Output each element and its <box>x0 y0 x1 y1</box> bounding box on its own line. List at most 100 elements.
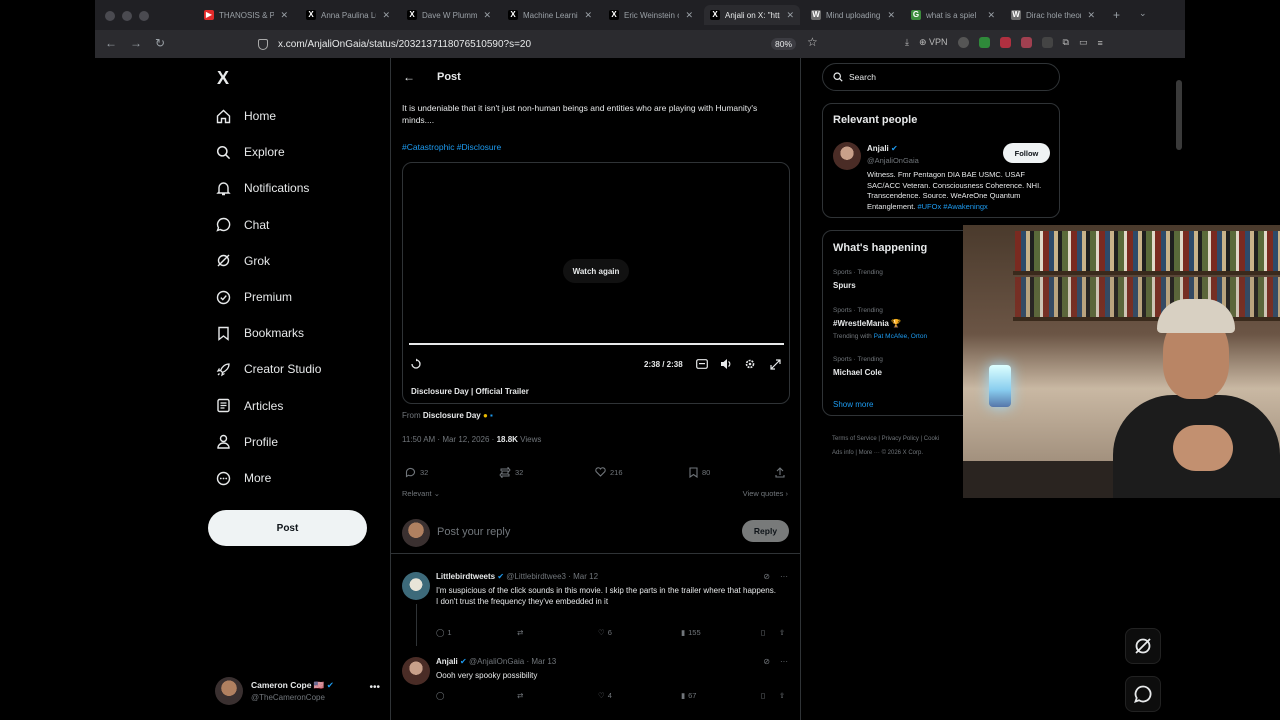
browser-tab[interactable]: W Mind uploading ✕ <box>805 5 901 25</box>
more-options-icon[interactable]: ··· <box>780 657 788 666</box>
post-timestamp[interactable]: 11:50 AM · Mar 12, 2026 · <box>402 435 494 444</box>
grok-explain-icon[interactable]: ⊘ <box>763 657 770 666</box>
nav-item-articles[interactable]: Articles <box>215 395 283 417</box>
views-button[interactable]: ▮ 155 <box>681 628 701 637</box>
browser-tab[interactable]: X Machine Learnin ✕ <box>502 5 598 25</box>
captions-icon[interactable] <box>695 357 709 371</box>
extension-icon[interactable] <box>957 37 969 48</box>
like-button[interactable]: ♡ 4 <box>598 691 612 700</box>
bookmark-button[interactable]: 80 <box>689 467 710 478</box>
scrollbar[interactable] <box>1176 80 1182 150</box>
close-tab-icon[interactable]: ✕ <box>685 10 693 21</box>
maximize-window-button[interactable] <box>139 11 149 21</box>
close-window-button[interactable] <box>105 11 115 21</box>
nav-item-more[interactable]: More <box>215 467 271 489</box>
puzzle-icon[interactable]: ⧉ <box>1063 37 1069 48</box>
close-tab-icon[interactable]: ✕ <box>382 10 390 21</box>
close-tab-icon[interactable]: ✕ <box>786 10 794 21</box>
share-icon[interactable] <box>775 467 785 478</box>
share-icon[interactable]: ⇧ <box>779 691 785 700</box>
trend-with-links[interactable]: Pat McAfee, Orton <box>874 333 927 340</box>
minimize-window-button[interactable] <box>122 11 132 21</box>
reply-input[interactable]: Post your reply <box>437 526 510 538</box>
watch-again-button[interactable]: Watch again <box>563 259 629 283</box>
tweet-hashtags[interactable]: #Catastrophic #Disclosure <box>402 142 501 152</box>
close-tab-icon[interactable]: ✕ <box>1087 10 1095 21</box>
new-tab-button[interactable]: + <box>1113 8 1120 22</box>
reply-submit-button[interactable]: Reply <box>742 520 789 542</box>
avatar[interactable] <box>402 572 430 600</box>
bookmark-button[interactable]: ▯ <box>761 691 765 700</box>
like-button[interactable]: 216 <box>595 467 623 477</box>
messages-button[interactable] <box>1125 676 1161 712</box>
close-tab-icon[interactable]: ✕ <box>584 10 592 21</box>
browser-tab[interactable]: X Anjali on X: "http ✕ <box>704 5 800 25</box>
repost-button[interactable]: ⇄ <box>517 691 523 700</box>
fullscreen-icon[interactable] <box>768 357 782 371</box>
view-quotes-link[interactable]: View quotes › <box>743 489 788 498</box>
trend-item[interactable]: Sports · Trending Michael Cole <box>833 356 883 377</box>
like-button[interactable]: ♡ 6 <box>598 628 612 637</box>
nav-item-notifications[interactable]: Notifications <box>215 177 309 199</box>
close-tab-icon[interactable]: ✕ <box>280 10 288 21</box>
share-icon[interactable]: ⇧ <box>779 628 785 637</box>
replay-icon[interactable] <box>409 357 423 371</box>
browser-tab[interactable]: X Anna Paulina Lu ✕ <box>300 5 396 25</box>
download-icon[interactable]: ⤓ <box>905 37 909 48</box>
x-logo[interactable]: X <box>217 68 229 89</box>
follow-button[interactable]: Follow <box>1003 143 1050 163</box>
browser-tab[interactable]: Gwhat is a spiel ✕ <box>905 5 1001 25</box>
video-progress-bar[interactable] <box>409 343 784 345</box>
menu-icon[interactable]: ≡ <box>1098 38 1103 48</box>
forward-arrow-icon[interactable]: → <box>130 36 142 50</box>
bio-hashtags[interactable]: #UFOx #Awakeningx <box>917 202 987 211</box>
nav-item-home[interactable]: Home <box>215 105 276 127</box>
browser-tab[interactable]: W Dirac hole theor ✕ <box>1005 5 1101 25</box>
more-options-icon[interactable]: ··· <box>780 572 788 581</box>
back-arrow-icon[interactable]: ← <box>403 70 415 84</box>
reply-author-name[interactable]: Littlebirdtweets <box>436 572 495 581</box>
reply-date[interactable]: · Mar 13 <box>526 657 556 666</box>
back-arrow-icon[interactable]: ← <box>105 36 117 50</box>
account-switcher[interactable]: Cameron Cope 🇺🇸 ✔ @TheCameronCope ••• <box>215 674 380 708</box>
video-title[interactable]: Disclosure Day | Official Trailer <box>411 387 529 396</box>
extension-icon[interactable] <box>999 37 1011 48</box>
sort-dropdown[interactable]: Relevant ⌄ <box>402 489 440 498</box>
nav-item-premium[interactable]: Premium <box>215 286 292 308</box>
nav-item-creator-studio[interactable]: Creator Studio <box>215 358 321 380</box>
reply-author-name[interactable]: Anjali <box>436 657 458 666</box>
video-player[interactable]: Watch again 2:38 / 2:38 Disclosure Day |… <box>402 162 790 404</box>
browser-tab[interactable]: X Dave W Plummer ✕ <box>401 5 497 25</box>
reply-button[interactable]: 32 <box>405 467 428 478</box>
close-tab-icon[interactable]: ✕ <box>887 10 895 21</box>
extension-icon[interactable] <box>1041 37 1053 48</box>
nav-item-bookmarks[interactable]: Bookmarks <box>215 322 304 344</box>
nav-item-profile[interactable]: Profile <box>215 431 278 453</box>
reply-button[interactable]: ◯ <box>436 691 447 700</box>
repost-button[interactable]: ⇄ <box>517 628 523 637</box>
search-input[interactable]: Search <box>822 63 1060 91</box>
from-source-link[interactable]: Disclosure Day <box>423 411 481 420</box>
close-tab-icon[interactable]: ✕ <box>483 10 491 21</box>
show-more-link[interactable]: Show more <box>833 400 873 409</box>
zoom-level[interactable]: 80% <box>771 38 797 50</box>
repost-button[interactable]: 32 <box>499 467 523 478</box>
footer-links-line2[interactable]: Ads info | More ··· © 2026 X Corp. <box>832 446 972 460</box>
reply-button[interactable]: ◯ 1 <box>436 628 452 637</box>
vpn-button[interactable]: ⊕ VPN <box>919 37 948 48</box>
trend-item[interactable]: Sports · Trending #WrestleMania 🏆 Trending… <box>833 307 927 340</box>
address-bar[interactable]: x.com/AnjaliOnGaia/status/20321371180765… <box>250 34 830 54</box>
reply-date[interactable]: · Mar 12 <box>568 572 598 581</box>
volume-icon[interactable] <box>719 357 733 371</box>
nav-item-grok[interactable]: Grok <box>215 250 270 272</box>
trend-item[interactable]: Sports · Trending Spurs <box>833 269 883 290</box>
browser-tab[interactable]: ▶ THANOSIS & PR ✕ <box>198 5 294 25</box>
reply-author-handle[interactable]: @Littlebirdtwee3 <box>506 572 566 581</box>
post-button[interactable]: Post <box>208 510 367 546</box>
avatar[interactable] <box>402 657 430 685</box>
avatar[interactable] <box>833 142 861 170</box>
reload-icon[interactable]: ↻ <box>155 36 165 50</box>
extension-icon[interactable] <box>978 37 990 48</box>
tab-list-chevron-icon[interactable]: ⌄ <box>1139 8 1147 19</box>
reply-author-handle[interactable]: @AnjaliOnGaia <box>469 657 524 666</box>
